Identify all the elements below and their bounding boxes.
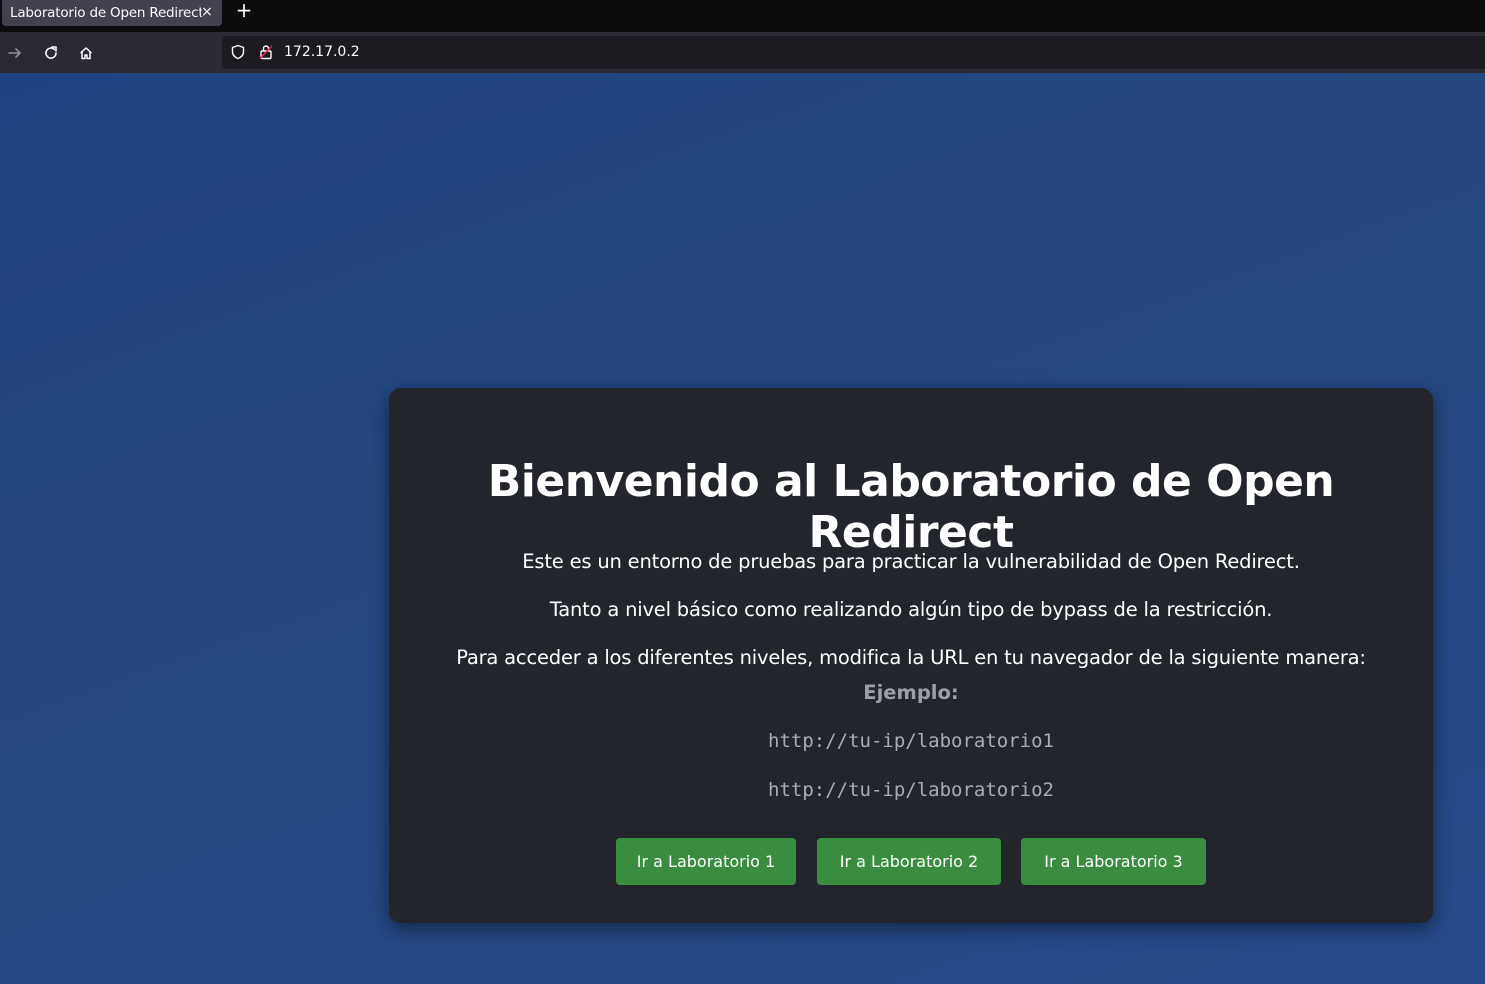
forward-arrow-icon[interactable] — [2, 40, 28, 66]
lab-1-button[interactable]: Ir a Laboratorio 1 — [616, 838, 796, 885]
insecure-lock-icon[interactable] — [258, 44, 274, 64]
url-bar[interactable]: 172.17.0.2 — [222, 36, 1485, 69]
example-url-2: http://tu-ip/laboratorio2 — [768, 779, 1054, 801]
tab-close-icon[interactable]: × — [200, 1, 214, 23]
instructions-paragraph: Para acceder a los diferentes niveles, m… — [456, 646, 1366, 669]
lab-2-button[interactable]: Ir a Laboratorio 2 — [817, 838, 1001, 885]
browser-tab[interactable]: Laboratorio de Open Redirect × — [2, 0, 222, 26]
example-url-1: http://tu-ip/laboratorio1 — [768, 730, 1054, 752]
intro-paragraph: Este es un entorno de pruebas para pract… — [522, 550, 1300, 573]
page-title: Bienvenido al Laboratorio de Open Redire… — [487, 456, 1335, 558]
new-tab-button[interactable]: + — [234, 0, 254, 22]
shield-icon[interactable] — [230, 44, 246, 64]
page-viewport: Bienvenido al Laboratorio de Open Redire… — [0, 73, 1485, 984]
welcome-card: Bienvenido al Laboratorio de Open Redire… — [389, 388, 1433, 923]
lab-3-button[interactable]: Ir a Laboratorio 3 — [1021, 838, 1206, 885]
example-label: Ejemplo: — [863, 681, 959, 704]
tab-bar: Laboratorio de Open Redirect × + — [0, 0, 1485, 32]
reload-icon[interactable] — [38, 40, 64, 66]
home-icon[interactable] — [73, 40, 99, 66]
url-text[interactable]: 172.17.0.2 — [284, 44, 360, 60]
tab-title: Laboratorio de Open Redirect — [10, 5, 202, 21]
bypass-paragraph: Tanto a nivel básico como realizando alg… — [549, 598, 1273, 621]
